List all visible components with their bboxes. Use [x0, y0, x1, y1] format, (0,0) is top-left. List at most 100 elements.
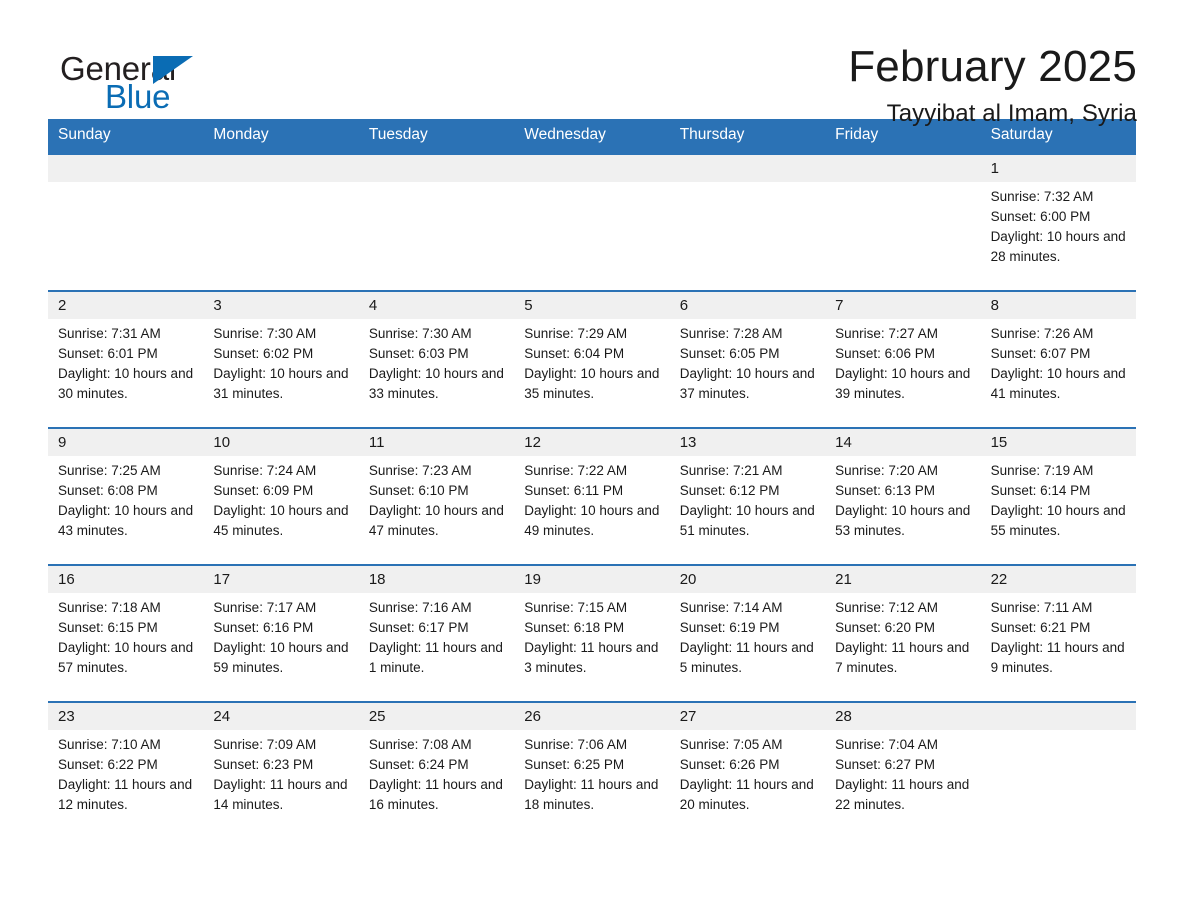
sunset-text: Sunset: 6:01 PM: [58, 345, 158, 361]
calendar-grid: Sunday Monday Tuesday Wednesday Thursday…: [48, 119, 1136, 838]
sunset-text: Sunset: 6:10 PM: [368, 482, 469, 498]
title-block: February 2025 Tayyibat al Imam, Syria: [848, 42, 1140, 128]
day-cell[interactable]: [669, 154, 826, 290]
sunrise-text: Sunrise: 7:22 AM: [524, 462, 628, 478]
sunrise-text: Sunrise: 7:19 AM: [990, 462, 1094, 478]
sunrise-text: Sunrise: 7:08 AM: [368, 736, 472, 752]
day-info: Sunrise: 7:06 AM Sunset: 6:25 PM Daylight:…: [514, 730, 669, 815]
sunrise-text: Sunrise: 7:26 AM: [990, 325, 1094, 341]
day-cell[interactable]: 4 Sunrise: 7:30 AM Sunset: 6:03 PM Daylight…: [358, 291, 515, 427]
daylight-text: Daylight: 10 hours and 53 minutes.: [835, 502, 971, 538]
day-number: 14: [825, 428, 981, 456]
daylight-text: Daylight: 10 hours and 45 minutes.: [213, 502, 349, 538]
day-cell[interactable]: 17 Sunrise: 7:17 AM Sunset: 6:16 PM Dayligh…: [203, 565, 359, 701]
daylight-text: Daylight: 10 hours and 31 minutes.: [213, 365, 349, 401]
sunset-text: Sunset: 6:14 PM: [990, 482, 1091, 498]
page-title: February 2025: [848, 42, 1137, 91]
day-cell[interactable]: 6 Sunrise: 7:28 AM Sunset: 6:05 PM Daylight…: [669, 291, 826, 427]
day-cell[interactable]: 14 Sunrise: 7:20 AM Sunset: 6:13 PM Dayligh…: [825, 428, 981, 564]
sunset-text: Sunset: 6:02 PM: [213, 345, 314, 361]
day-cell[interactable]: 13 Sunrise: 7:21 AM Sunset: 6:12 PM Dayligh…: [669, 428, 826, 564]
day-cell[interactable]: 3 Sunrise: 7:30 AM Sunset: 6:02 PM Daylight…: [203, 291, 359, 427]
day-cell[interactable]: 12 Sunrise: 7:22 AM Sunset: 6:11 PM Dayligh…: [514, 428, 670, 564]
day-number: 26: [514, 702, 670, 730]
day-cell[interactable]: 27 Sunrise: 7:05 AM Sunset: 6:26 PM Dayligh…: [669, 702, 826, 838]
day-cell[interactable]: [48, 154, 204, 290]
day-number: 6: [669, 291, 826, 319]
day-cell[interactable]: [980, 702, 1136, 838]
day-info: Sunrise: 7:09 AM Sunset: 6:23 PM Daylight:…: [203, 730, 358, 815]
day-cell[interactable]: 24 Sunrise: 7:09 AM Sunset: 6:23 PM Dayligh…: [203, 702, 359, 838]
day-info: Sunrise: 7:31 AM Sunset: 6:01 PM Daylight:…: [48, 319, 203, 404]
sunset-text: Sunset: 6:15 PM: [58, 619, 158, 635]
sunrise-text: Sunrise: 7:25 AM: [58, 462, 161, 478]
day-number: [669, 154, 826, 182]
day-number: 1: [980, 154, 1136, 182]
brand-name-blue: Blue: [105, 78, 171, 115]
sunset-text: Sunset: 6:06 PM: [835, 345, 935, 361]
daylight-text: Daylight: 10 hours and 55 minutes.: [990, 502, 1126, 538]
day-cell[interactable]: 7 Sunrise: 7:27 AM Sunset: 6:06 PM Daylight…: [825, 291, 981, 427]
day-cell[interactable]: [358, 154, 515, 290]
day-cell[interactable]: 18 Sunrise: 7:16 AM Sunset: 6:17 PM Dayligh…: [358, 565, 515, 701]
sunset-text: Sunset: 6:22 PM: [58, 756, 158, 772]
sunrise-text: Sunrise: 7:14 AM: [679, 599, 783, 615]
day-info: Sunrise: 7:23 AM Sunset: 6:10 PM Daylight:…: [359, 456, 514, 541]
day-cell[interactable]: 5 Sunrise: 7:29 AM Sunset: 6:04 PM Daylight…: [514, 291, 670, 427]
sunset-text: Sunset: 6:16 PM: [213, 619, 314, 635]
day-number: 28: [825, 702, 981, 730]
day-cell[interactable]: 9 Sunrise: 7:25 AM Sunset: 6:08 PM Daylight…: [48, 428, 204, 564]
sunset-text: Sunset: 6:08 PM: [58, 482, 158, 498]
daylight-text: Daylight: 11 hours and 14 minutes.: [213, 776, 348, 812]
day-cell[interactable]: 1 Sunrise: 7:32 AM Sunset: 6:00 PM Daylight…: [980, 154, 1136, 290]
day-info: [981, 730, 1136, 735]
day-cell[interactable]: 19 Sunrise: 7:15 AM Sunset: 6:18 PM Dayligh…: [514, 565, 670, 701]
day-cell[interactable]: 22 Sunrise: 7:11 AM Sunset: 6:21 PM Dayligh…: [980, 565, 1136, 701]
day-cell[interactable]: 28 Sunrise: 7:04 AM Sunset: 6:27 PM Dayligh…: [825, 702, 981, 838]
weekday-header-friday: Friday: [835, 126, 879, 143]
day-cell[interactable]: [825, 154, 981, 290]
day-info: Sunrise: 7:04 AM Sunset: 6:27 PM Daylight:…: [825, 730, 980, 815]
day-info: Sunrise: 7:20 AM Sunset: 6:13 PM Daylight:…: [825, 456, 980, 541]
sunrise-text: Sunrise: 7:05 AM: [679, 736, 783, 752]
day-cell[interactable]: 21 Sunrise: 7:12 AM Sunset: 6:20 PM Dayligh…: [825, 565, 981, 701]
day-number: 27: [669, 702, 826, 730]
sunrise-text: Sunrise: 7:09 AM: [213, 736, 317, 752]
day-cell[interactable]: 20 Sunrise: 7:14 AM Sunset: 6:19 PM Dayligh…: [669, 565, 826, 701]
daylight-text: Daylight: 10 hours and 39 minutes.: [835, 365, 971, 401]
day-cell[interactable]: 16 Sunrise: 7:18 AM Sunset: 6:15 PM Dayligh…: [48, 565, 204, 701]
day-cell[interactable]: 25 Sunrise: 7:08 AM Sunset: 6:24 PM Dayligh…: [358, 702, 515, 838]
sunrise-text: Sunrise: 7:16 AM: [368, 599, 472, 615]
sunset-text: Sunset: 6:19 PM: [679, 619, 780, 635]
day-info: Sunrise: 7:21 AM Sunset: 6:12 PM Daylight:…: [670, 456, 825, 541]
sunset-text: Sunset: 6:12 PM: [679, 482, 780, 498]
day-cell[interactable]: 15 Sunrise: 7:19 AM Sunset: 6:14 PM Dayligh…: [980, 428, 1136, 564]
day-number: [980, 702, 1136, 730]
sunrise-text: Sunrise: 7:23 AM: [368, 462, 472, 478]
day-info: Sunrise: 7:30 AM Sunset: 6:02 PM Daylight:…: [203, 319, 358, 404]
day-info: Sunrise: 7:32 AM Sunset: 6:00 PM Daylight:…: [981, 182, 1136, 267]
sunrise-text: Sunrise: 7:29 AM: [524, 325, 628, 341]
generalblue-logo[interactable]: General Blue: [48, 44, 248, 116]
weekday-header-wednesday: Wednesday: [524, 126, 606, 143]
day-info: Sunrise: 7:12 AM Sunset: 6:20 PM Daylight:…: [825, 593, 980, 678]
day-info: Sunrise: 7:28 AM Sunset: 6:05 PM Daylight:…: [670, 319, 825, 404]
sunrise-text: Sunrise: 7:31 AM: [58, 325, 161, 341]
day-info: [825, 182, 980, 187]
day-number: [48, 154, 204, 182]
day-cell[interactable]: 8 Sunrise: 7:26 AM Sunset: 6:07 PM Daylight…: [980, 291, 1136, 427]
day-number: 24: [203, 702, 359, 730]
calendar-week-row: 1 Sunrise: 7:32 AM Sunset: 6:00 PM Daylight…: [48, 152, 1136, 290]
weekday-header-row: Sunday Monday Tuesday Wednesday Thursday…: [48, 119, 1136, 153]
day-number: 23: [48, 702, 204, 730]
day-cell[interactable]: 2 Sunrise: 7:31 AM Sunset: 6:01 PM Daylight…: [48, 291, 204, 427]
daylight-text: Daylight: 10 hours and 57 minutes.: [58, 639, 194, 675]
day-number: [203, 154, 359, 182]
day-cell[interactable]: 10 Sunrise: 7:24 AM Sunset: 6:09 PM Dayligh…: [203, 428, 359, 564]
day-cell[interactable]: [203, 154, 359, 290]
day-cell[interactable]: 11 Sunrise: 7:23 AM Sunset: 6:10 PM Dayligh…: [358, 428, 515, 564]
day-cell[interactable]: [514, 154, 670, 290]
day-cell[interactable]: 23 Sunrise: 7:10 AM Sunset: 6:22 PM Dayligh…: [48, 702, 204, 838]
day-cell[interactable]: 26 Sunrise: 7:06 AM Sunset: 6:25 PM Dayligh…: [514, 702, 670, 838]
sunset-text: Sunset: 6:17 PM: [368, 619, 469, 635]
